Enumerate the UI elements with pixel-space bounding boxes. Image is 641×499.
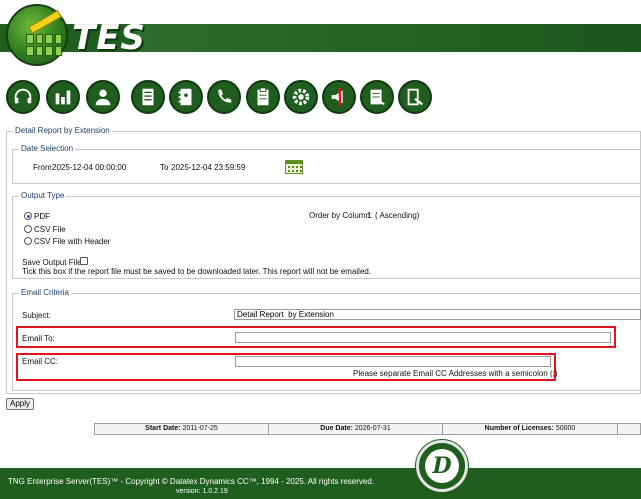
csv-header-radio[interactable] (24, 237, 32, 245)
app-header: TES (0, 0, 641, 74)
subject-input[interactable] (234, 309, 641, 320)
announce-icon[interactable] (322, 80, 356, 114)
csv-radio[interactable] (24, 225, 32, 233)
save-output-checkbox[interactable] (80, 257, 88, 265)
from-label: From (33, 163, 52, 172)
start-date-value: 2011-07-25 (182, 425, 218, 432)
licenses-value: 50000 (555, 425, 576, 432)
email-criteria-title: Email Criteria (19, 288, 72, 297)
export-icon[interactable] (360, 80, 394, 114)
email-cc-input[interactable] (235, 356, 551, 367)
date-selection-title: Date Selection (19, 144, 76, 153)
pencil-icon (28, 10, 62, 34)
due-date-value: 2026-07-31 (354, 425, 391, 432)
email-cc-label: Email CC: (22, 357, 59, 366)
grid-icon (26, 34, 62, 56)
bar-chart-icon[interactable] (46, 80, 80, 114)
logout-icon[interactable] (398, 80, 432, 114)
report-icon[interactable] (131, 80, 165, 114)
phonebook-icon[interactable] (169, 80, 203, 114)
save-output-label: Save Output File: (22, 258, 84, 267)
csv-option-label: CSV File (34, 225, 66, 234)
report-title: Detail Report by Extension (13, 126, 112, 135)
license-info-bar: Start Date: 2011-07-25 Due Date: 2026-07… (94, 423, 641, 435)
licenses-label: Number of Licenses: (484, 425, 554, 432)
headset-icon[interactable] (6, 80, 40, 114)
due-date-cell: Due Date: 2026-07-31 (269, 424, 443, 434)
clipboard-icon[interactable] (246, 80, 280, 114)
order-by-value[interactable]: 1 (367, 211, 371, 220)
copyright-text: TNG Enterprise Server(TES)™ - Copyright … (8, 477, 375, 486)
logo-text: TES (72, 18, 146, 58)
save-output-hint: Tick this box if the report file must be… (22, 267, 372, 276)
header-band-right (135, 24, 641, 52)
order-direction: ( Ascending) (375, 211, 420, 220)
gear-icon[interactable] (284, 80, 318, 114)
email-cc-hint: Please separate Email CC Addresses with … (353, 369, 558, 378)
due-date-label: Due Date: (320, 425, 353, 432)
apply-button[interactable]: Apply (6, 398, 34, 410)
email-to-label: Email To: (22, 334, 55, 343)
output-type-title: Output Type (19, 191, 67, 200)
subject-label: Subject: (22, 311, 51, 320)
tes-logo-icon[interactable] (6, 4, 68, 66)
licenses-cell: Number of Licenses: 50000 (443, 424, 618, 434)
start-date-label: Start Date: (145, 425, 181, 432)
start-date-cell: Start Date: 2011-07-25 (95, 424, 269, 434)
from-date-value[interactable]: 2025-12-04 00:00:00 (52, 163, 126, 172)
csv-header-option-label: CSV File with Header (34, 237, 111, 246)
email-to-input[interactable] (235, 332, 611, 343)
pdf-option-label: PDF (34, 212, 50, 221)
app-footer: TNG Enterprise Server(TES)™ - Copyright … (0, 468, 641, 499)
to-date-value[interactable]: 2025-12-04 23:59:59 (171, 163, 245, 172)
user-icon[interactable] (86, 80, 120, 114)
datatex-logo-icon: D (416, 440, 468, 492)
calendar-icon[interactable] (285, 160, 303, 174)
phone-icon[interactable] (207, 80, 241, 114)
version-text: version: 1.0.2.19 (176, 488, 228, 495)
logo-letter: D (425, 449, 459, 483)
to-label: To (160, 163, 169, 172)
order-by-label: Order by Column: (309, 211, 373, 220)
pdf-radio[interactable] (24, 212, 32, 220)
